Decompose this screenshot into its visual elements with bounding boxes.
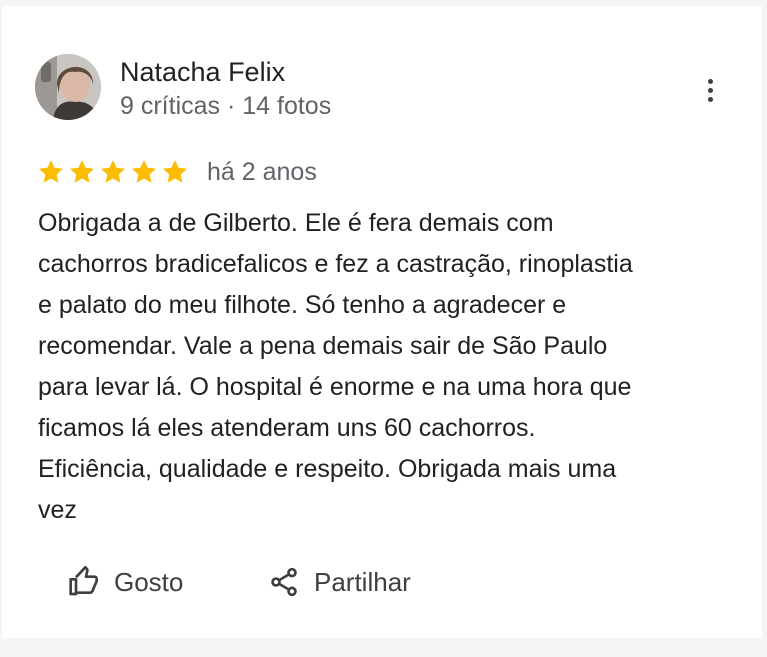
more-vert-icon-dot bbox=[707, 78, 713, 84]
star-icon bbox=[69, 160, 95, 183]
review-text-line: Eficiência, qualidade e respeito. Obriga… bbox=[38, 455, 617, 483]
rating-row: há 2 anos bbox=[37, 154, 317, 190]
review-text-line: recomendar. Vale a pena demais sair de S… bbox=[38, 332, 608, 360]
review-text-line: cachorros bradicefalicos e fez a castraç… bbox=[38, 250, 633, 278]
star-rating bbox=[37, 158, 189, 186]
thumbs-up-icon bbox=[69, 566, 98, 596]
like-button[interactable]: Gosto bbox=[68, 562, 183, 602]
review-date: há 2 anos bbox=[207, 157, 317, 186]
review-text-line: vez bbox=[38, 496, 77, 524]
more-options-button[interactable] bbox=[699, 72, 721, 108]
share-icon bbox=[271, 567, 297, 597]
like-label: Gosto bbox=[114, 566, 184, 597]
author-meta: 9 críticas · 14 fotos bbox=[120, 92, 332, 120]
star-icon bbox=[38, 160, 64, 183]
star-icon bbox=[162, 160, 188, 183]
review-text-line: ficamos lá eles atenderam uns 60 cachorr… bbox=[38, 414, 536, 442]
author-name[interactable]: Natacha Felix bbox=[120, 56, 285, 88]
review-text-line: Obrigada a de Gilberto. Ele é fera demai… bbox=[38, 209, 554, 237]
review-text-line: para levar lá. O hospital é enorme e na … bbox=[38, 373, 632, 401]
star-icon bbox=[100, 160, 126, 183]
more-vert-icon-dot bbox=[707, 87, 713, 93]
review-text: Obrigada a de Gilberto. Ele é fera demai… bbox=[38, 203, 738, 531]
more-vert-icon-dot bbox=[707, 96, 713, 102]
star-icon bbox=[131, 160, 157, 183]
author-avatar[interactable] bbox=[35, 54, 101, 120]
share-label: Partilhar bbox=[314, 566, 411, 597]
avatar-photo-icon bbox=[35, 54, 101, 120]
review-text-line: e palato do meu filhote. Só tenho a agra… bbox=[38, 291, 567, 319]
share-button[interactable]: Partilhar bbox=[268, 562, 411, 602]
review-card: Natacha Felix 9 críticas · 14 fotos há 2… bbox=[2, 6, 762, 638]
